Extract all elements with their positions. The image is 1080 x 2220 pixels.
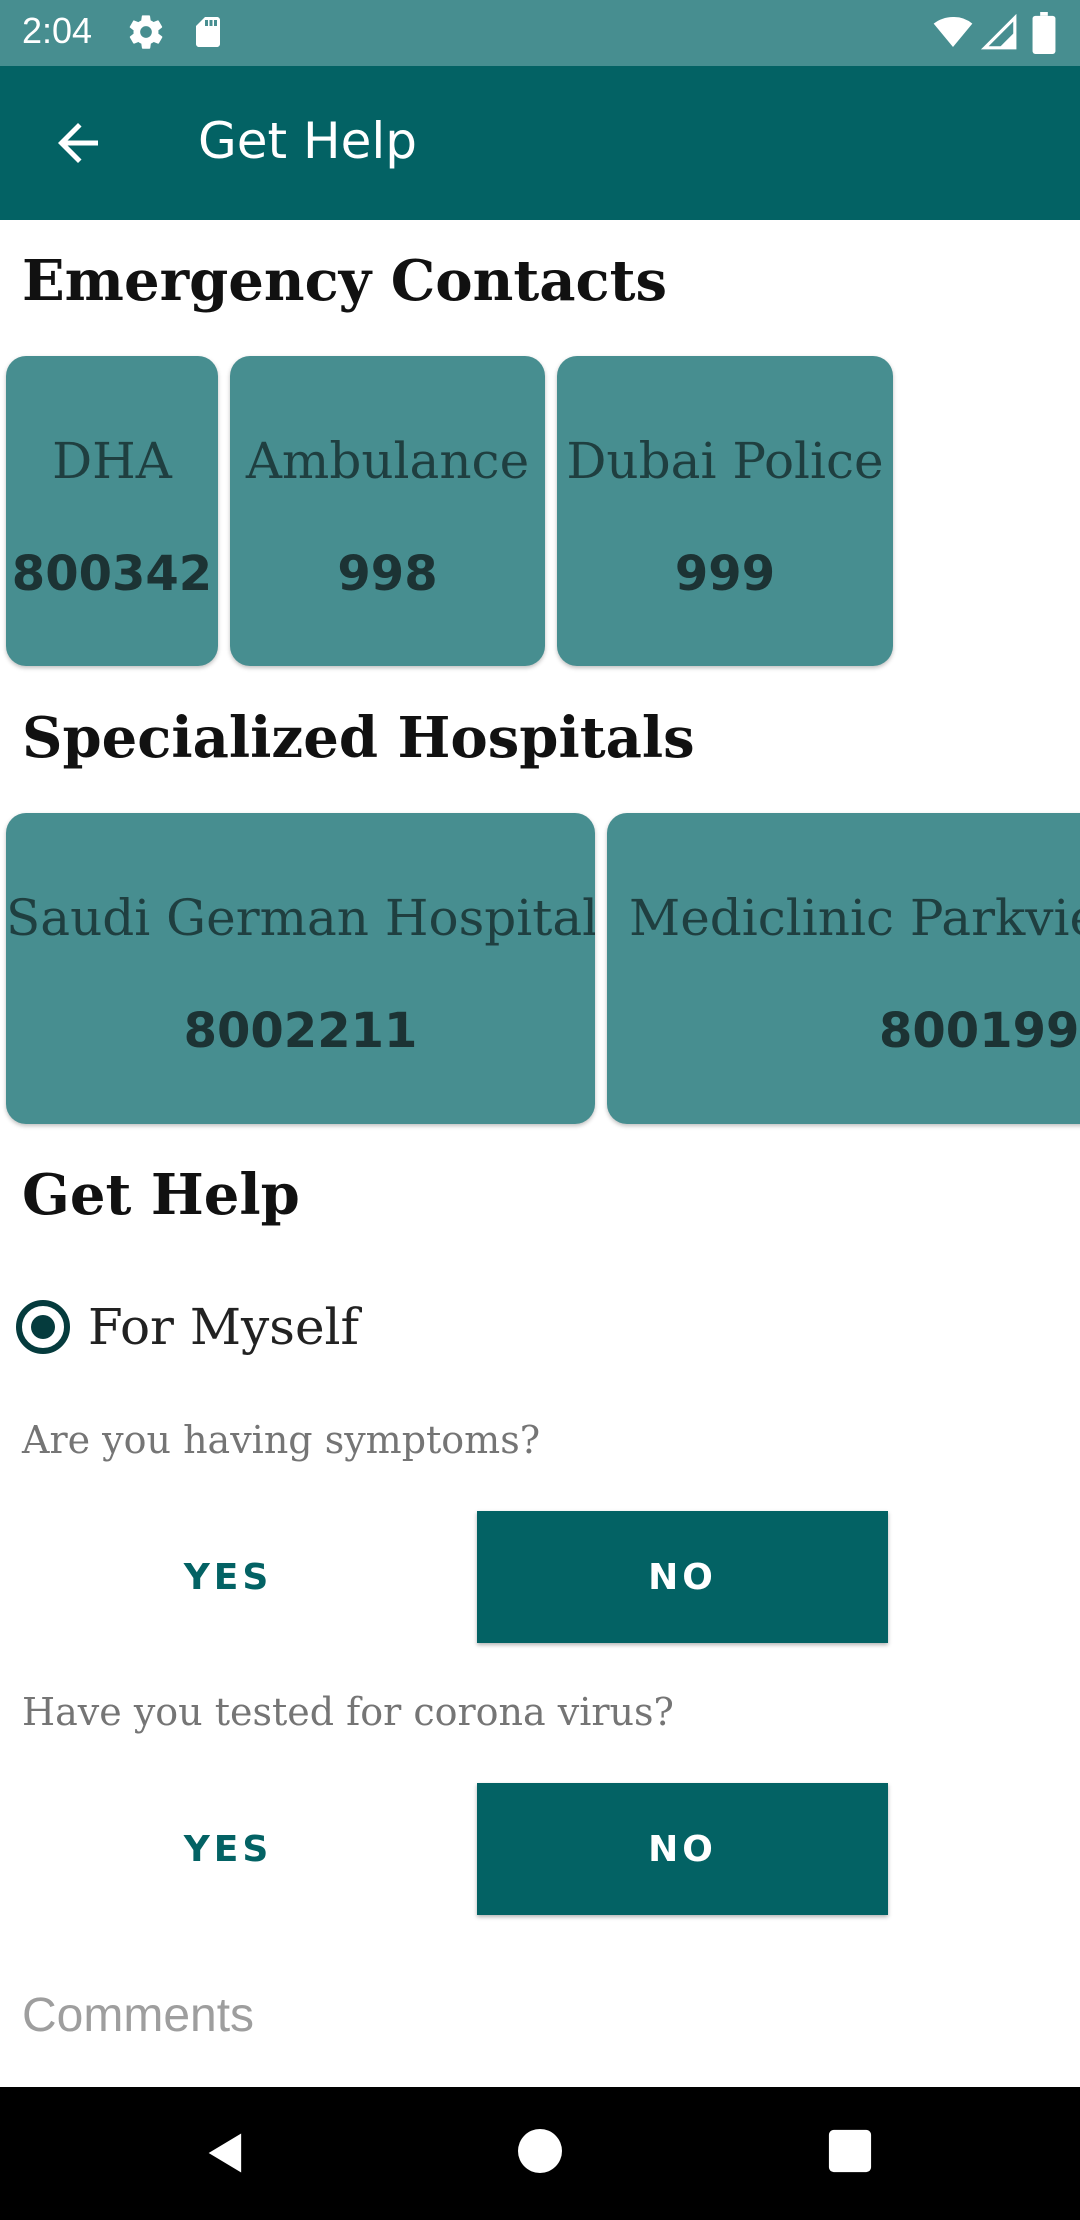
contact-number: 800342 <box>11 546 213 602</box>
tested-no-button[interactable]: NO <box>477 1783 888 1915</box>
emergency-contacts-title: Emergency Contacts <box>22 248 667 314</box>
contact-name: DHA <box>52 432 172 490</box>
status-time: 2:04 <box>22 10 93 51</box>
contact-card-dubai-police[interactable]: Dubai Police 999 <box>557 356 893 666</box>
gear-icon <box>129 15 163 49</box>
contact-number: 998 <box>337 546 438 602</box>
hospital-name: Mediclinic Parkview <box>629 889 1080 947</box>
page-title: Get Help <box>198 112 417 170</box>
symptoms-question: Are you having symptoms? <box>22 1418 541 1462</box>
hospital-card-mediclinic[interactable]: Mediclinic Parkview 8001999 <box>607 813 1080 1124</box>
signal-icon <box>980 13 1017 50</box>
get-help-title: Get Help <box>22 1162 300 1228</box>
radio-dot <box>31 1315 55 1339</box>
specialized-hospitals-title: Specialized Hospitals <box>22 705 695 771</box>
app-bar: Get Help <box>0 66 1080 220</box>
navigation-bar <box>0 2087 1080 2220</box>
for-myself-label[interactable]: For Myself <box>88 1298 359 1356</box>
arrow-back-icon[interactable] <box>48 113 108 173</box>
hospital-card-saudi-german[interactable]: Saudi German Hospital 8002211 <box>6 813 595 1124</box>
symptoms-no-button[interactable]: NO <box>477 1511 888 1643</box>
battery-icon <box>1032 12 1056 54</box>
wifi-icon <box>933 16 973 47</box>
recents-nav-icon[interactable] <box>827 2128 873 2174</box>
for-myself-radio[interactable] <box>16 1300 70 1354</box>
hospital-number: 8001999 <box>879 1003 1080 1059</box>
contact-card-ambulance[interactable]: Ambulance 998 <box>230 356 545 666</box>
contact-card-dha[interactable]: DHA 800342 <box>6 356 218 666</box>
home-nav-icon[interactable] <box>516 2127 564 2175</box>
tested-yes-button[interactable]: YES <box>22 1783 434 1915</box>
hospital-number: 8002211 <box>183 1003 418 1059</box>
back-nav-icon[interactable] <box>200 2127 252 2179</box>
symptoms-yes-button[interactable]: YES <box>22 1511 434 1643</box>
tested-question: Have you tested for corona virus? <box>22 1690 674 1734</box>
status-bar: 2:04 <box>0 0 1080 66</box>
contact-name: Ambulance <box>245 432 530 490</box>
contact-name: Dubai Police <box>566 432 884 490</box>
contact-number: 999 <box>674 546 776 602</box>
sd-card-icon <box>196 17 220 47</box>
comments-input[interactable]: Comments <box>22 1988 254 2043</box>
hospital-name: Saudi German Hospital <box>6 889 595 947</box>
